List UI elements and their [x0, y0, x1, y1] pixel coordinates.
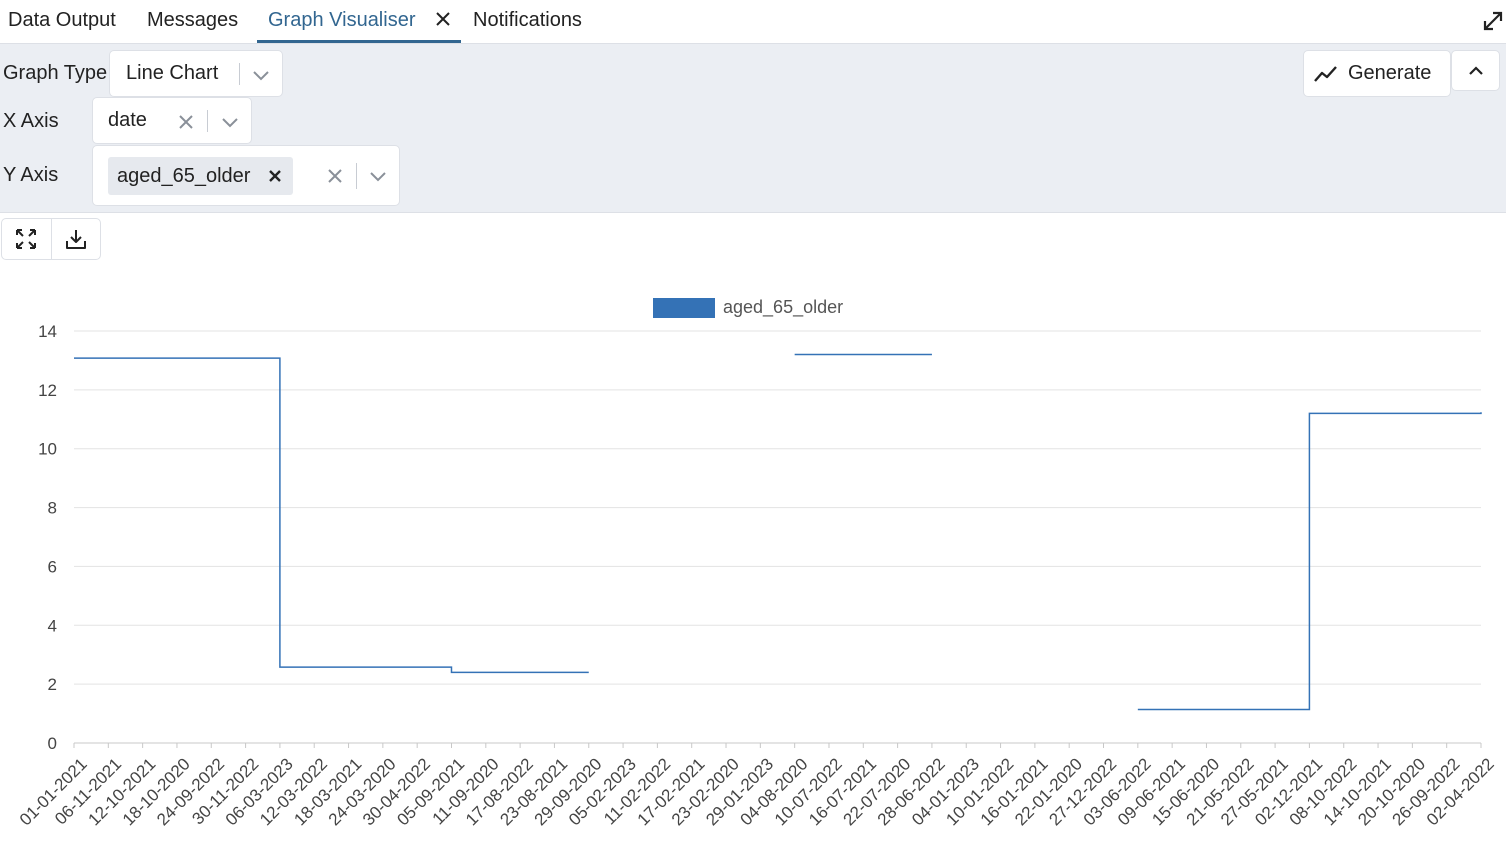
graph-type-select[interactable]: Line Chart [109, 50, 283, 97]
y-tick-label: 10 [38, 440, 57, 459]
close-icon[interactable] [432, 8, 454, 30]
download-button[interactable] [51, 219, 100, 259]
fullscreen-icon [16, 229, 36, 249]
y-tick-label: 0 [48, 734, 57, 753]
y-tick-label: 6 [48, 557, 57, 576]
tab-graph-visualiser[interactable]: Graph Visualiser [257, 0, 461, 43]
y-tick-label: 12 [38, 381, 57, 400]
chevron-down-icon[interactable] [367, 165, 389, 187]
y-tick-label: 8 [48, 499, 57, 518]
tab-messages[interactable]: Messages [147, 0, 238, 43]
y-tick-label: 2 [48, 675, 57, 694]
line-chart-icon [1314, 66, 1337, 82]
y-tick-label: 4 [48, 616, 57, 635]
x-axis-select[interactable]: date [92, 97, 252, 144]
graph-type-value: Line Chart [126, 62, 219, 84]
y-axis-label: Y Axis [3, 164, 59, 186]
chevron-up-icon [1469, 66, 1483, 75]
y-axis-chip-label: aged_65_older [117, 165, 251, 187]
collapse-options-button[interactable] [1451, 50, 1500, 91]
remove-chip-icon[interactable] [268, 169, 282, 183]
generate-button[interactable]: Generate [1303, 50, 1451, 97]
x-axis-value: date [108, 109, 147, 131]
line-chart: aged_65_older 02468101214 01-01-202106-1… [16, 297, 1498, 829]
chevron-down-icon[interactable] [219, 111, 241, 133]
clear-icon[interactable] [324, 165, 346, 187]
legend-label: aged_65_older [723, 297, 843, 318]
chart-toolbar [1, 218, 101, 260]
tab-data-output[interactable]: Data Output [8, 0, 116, 43]
legend-swatch [653, 298, 715, 318]
fullscreen-button[interactable] [2, 219, 51, 259]
graph-type-label: Graph Type [3, 62, 108, 84]
series-line-aged-65-older [74, 353, 1482, 711]
x-axis-label: X Axis [3, 110, 59, 132]
clear-icon[interactable] [175, 111, 197, 133]
tab-notifications[interactable]: Notifications [473, 0, 582, 43]
y-axis-chip: aged_65_older [108, 157, 293, 195]
tab-bar: Data Output Messages Graph Visualiser No… [0, 0, 1506, 44]
chevron-down-icon[interactable] [250, 64, 272, 86]
download-icon [66, 230, 86, 249]
expand-diagonal-icon[interactable] [1480, 8, 1506, 34]
y-axis-select[interactable]: aged_65_older [92, 145, 400, 206]
graph-options-panel: Graph Type Line Chart X Axis date Y Axis… [0, 44, 1506, 213]
y-tick-label: 14 [38, 322, 57, 341]
